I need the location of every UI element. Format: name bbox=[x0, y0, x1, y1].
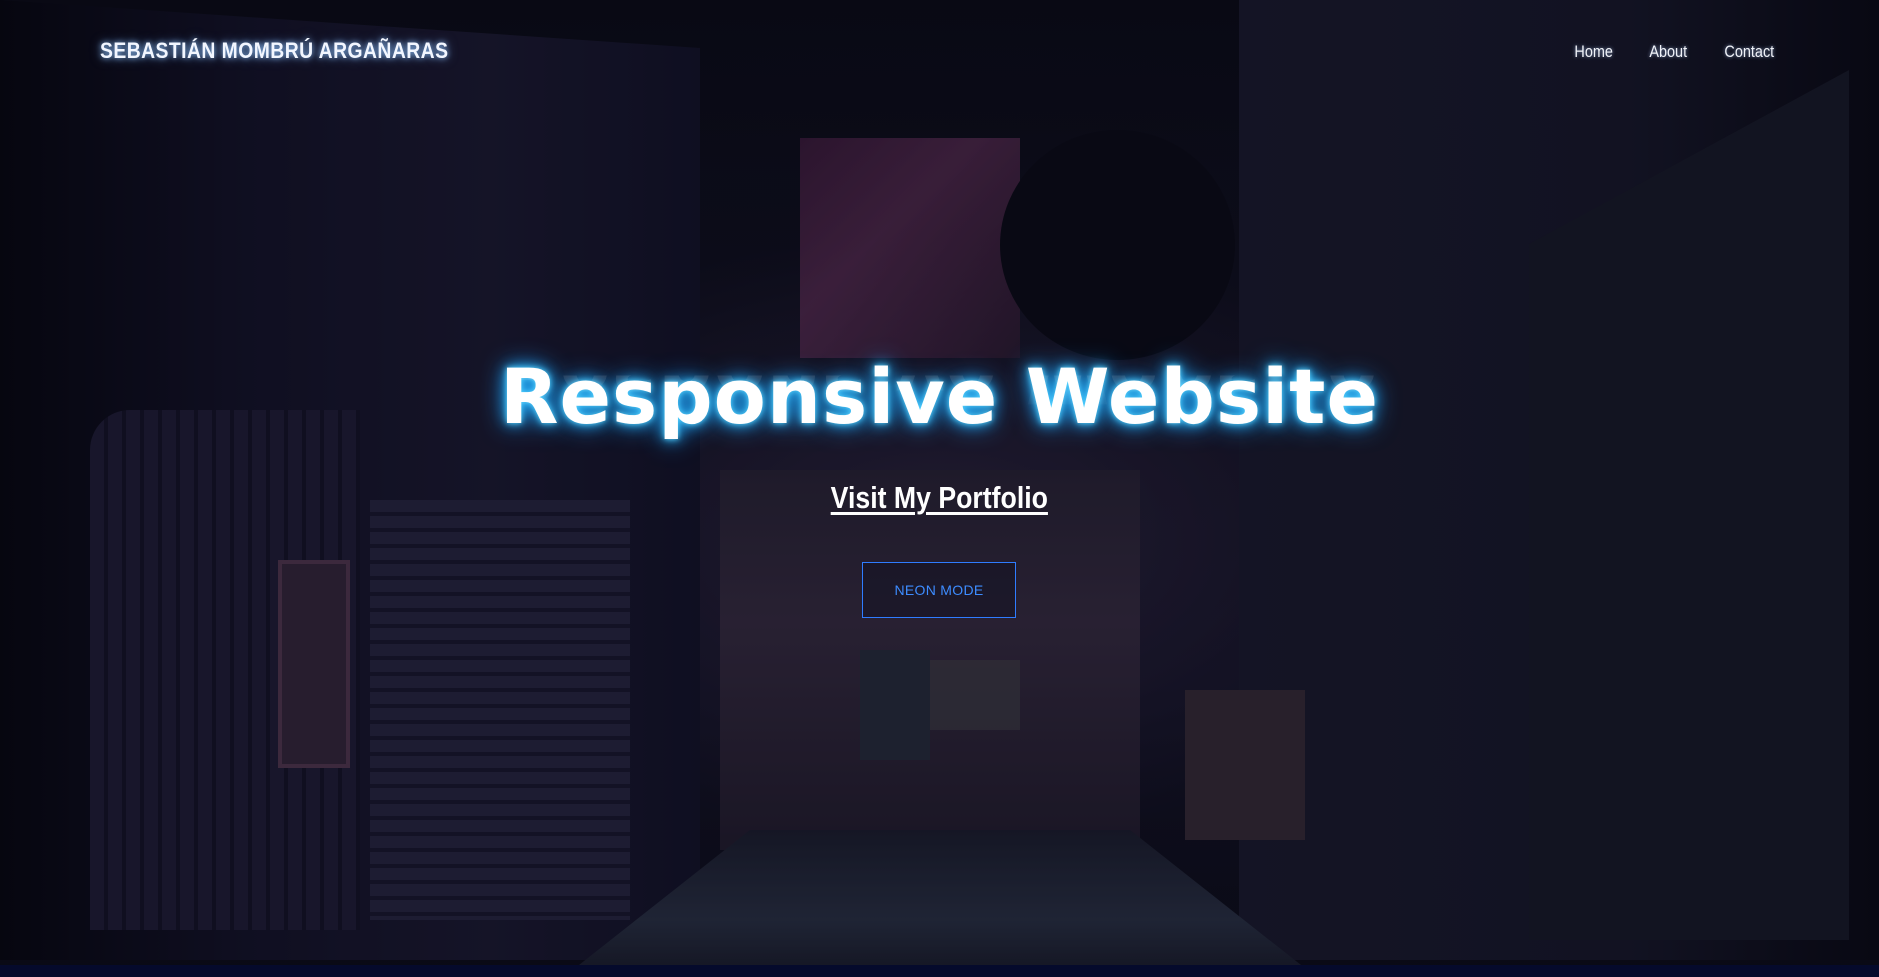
visit-portfolio-link[interactable]: Visit My Portfolio bbox=[831, 480, 1048, 516]
hero-title: Responsive Website bbox=[499, 352, 1380, 441]
page: SEBASTIÁN MOMBRÚ ARGAÑARAS Home About Co… bbox=[0, 0, 1879, 977]
nav-home-link[interactable]: Home bbox=[1574, 42, 1613, 62]
neon-mode-button[interactable]: NEON MODE bbox=[862, 562, 1016, 618]
site-brand[interactable]: SEBASTIÁN MOMBRÚ ARGAÑARAS bbox=[100, 38, 448, 64]
nav-about-link[interactable]: About bbox=[1649, 42, 1687, 62]
main-nav: Home About Contact bbox=[1571, 42, 1779, 62]
nav-contact-link[interactable]: Contact bbox=[1725, 42, 1775, 62]
portfolio-link-wrapper: Visit My Portfolio bbox=[0, 480, 1879, 516]
bottom-band bbox=[0, 965, 1879, 977]
